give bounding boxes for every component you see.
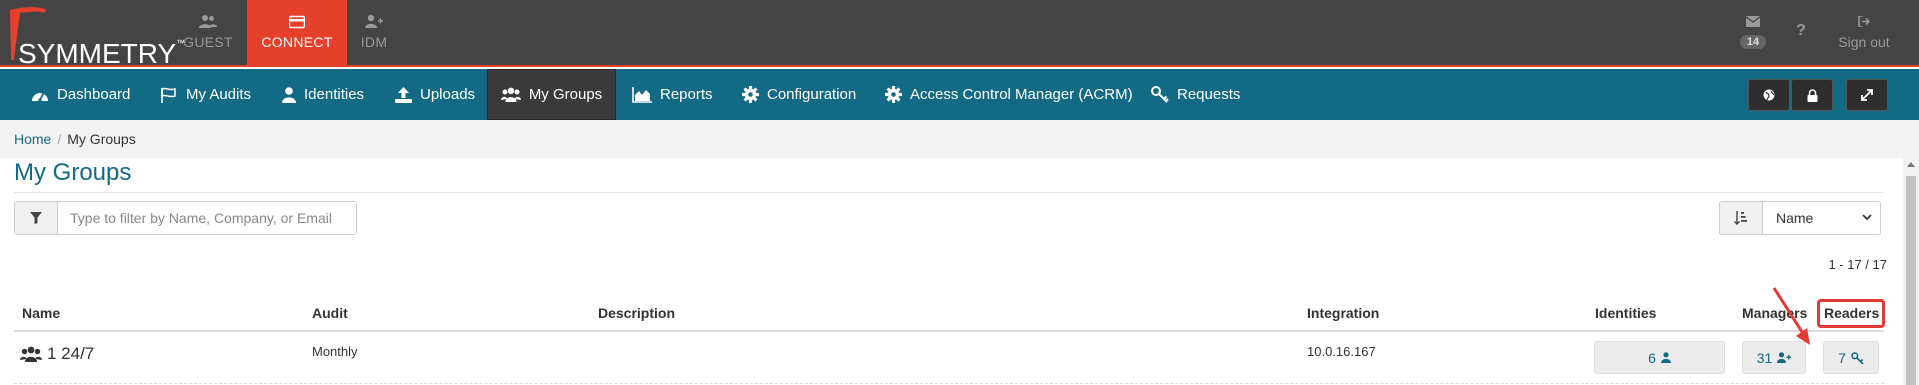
expand-icon xyxy=(1861,89,1873,101)
key-icon xyxy=(1851,351,1864,364)
app-guest[interactable]: GUEST xyxy=(158,0,258,67)
column-header-audit[interactable]: Audit xyxy=(312,305,348,321)
title-divider xyxy=(14,192,1884,193)
integration-address: 10.0.16.167 xyxy=(1307,344,1376,359)
annotation-arrow-icon xyxy=(1772,287,1810,345)
column-header-description[interactable]: Description xyxy=(598,305,675,321)
sign-out-icon xyxy=(1857,15,1870,28)
readers-highlight-box xyxy=(1817,299,1885,328)
nav-identities[interactable]: Identities xyxy=(282,69,364,120)
sort-group: Name xyxy=(1719,201,1881,235)
dashboard-icon xyxy=(32,92,48,102)
breadcrumb-home[interactable]: Home xyxy=(14,131,51,147)
user-icon xyxy=(282,86,296,103)
readers-count-button[interactable]: 7 xyxy=(1823,341,1879,374)
user-plus-icon xyxy=(1777,352,1792,363)
column-header-integration[interactable]: Integration xyxy=(1307,305,1379,321)
users-icon xyxy=(199,15,217,28)
sign-out-button[interactable]: Sign out xyxy=(1832,0,1896,67)
globe-button[interactable] xyxy=(1748,79,1790,111)
nav-my-audits[interactable]: My Audits xyxy=(160,69,251,120)
sort-field-select[interactable]: Name xyxy=(1763,202,1880,234)
user-plus-icon xyxy=(365,14,383,28)
help-button[interactable]: ? xyxy=(1791,0,1811,67)
gear-icon xyxy=(742,86,759,103)
sort-direction-button[interactable] xyxy=(1720,202,1763,234)
nav-access-control-manager[interactable]: Access Control Manager (ACRM) xyxy=(885,69,1133,120)
header-divider xyxy=(14,330,1884,332)
scrollbar-thumb[interactable] xyxy=(1906,176,1916,385)
nav-my-groups[interactable]: My Groups xyxy=(487,69,616,120)
filter-button[interactable] xyxy=(15,202,58,234)
users-icon xyxy=(500,87,521,102)
group-name-link[interactable]: 1 24/7 xyxy=(20,344,94,364)
globe-icon xyxy=(1763,89,1775,101)
gear-icon xyxy=(885,86,902,103)
breadcrumb-current: My Groups xyxy=(67,131,136,147)
flag-icon xyxy=(161,87,176,103)
user-icon xyxy=(1660,352,1671,363)
lock-button[interactable] xyxy=(1791,79,1833,111)
help-icon: ? xyxy=(1796,22,1806,39)
credit-card-icon xyxy=(289,15,305,29)
page-scrollbar[interactable] xyxy=(1903,158,1919,385)
lock-icon xyxy=(1807,88,1817,102)
filter-group xyxy=(14,201,357,235)
top-bar: SYMMETRY™ GUEST CONNECT IDM 14 ? Sign ou… xyxy=(0,0,1919,69)
area-chart-icon xyxy=(632,86,652,103)
filter-icon xyxy=(30,212,42,224)
fullscreen-button[interactable] xyxy=(1846,79,1888,111)
column-header-name[interactable]: Name xyxy=(22,305,60,321)
row-divider xyxy=(14,383,1884,384)
symmetry-logo[interactable]: SYMMETRY™ xyxy=(6,4,185,69)
message-count-badge: 14 xyxy=(1739,35,1767,49)
result-count: 1 - 17 / 17 xyxy=(1828,257,1887,272)
column-header-identities[interactable]: Identities xyxy=(1595,305,1656,321)
scroll-up-icon[interactable] xyxy=(1907,162,1915,167)
page-title: My Groups xyxy=(14,159,132,186)
nav-uploads[interactable]: Uploads xyxy=(395,69,475,120)
chevron-down-icon xyxy=(1862,214,1872,221)
identities-count-button[interactable]: 6 xyxy=(1594,341,1725,374)
nav-dashboard[interactable]: Dashboard xyxy=(31,69,130,120)
upload-icon xyxy=(395,86,412,103)
filter-input[interactable] xyxy=(58,202,356,234)
nav-requests[interactable]: Requests xyxy=(1151,69,1240,120)
main-navigation: Dashboard My Audits Identities Uploads M… xyxy=(0,69,1919,120)
key-icon xyxy=(1151,85,1169,103)
nav-reports[interactable]: Reports xyxy=(632,69,713,120)
app-idm[interactable]: IDM xyxy=(324,0,424,67)
breadcrumb: Home / My Groups xyxy=(0,120,1919,158)
sort-amount-icon xyxy=(1734,211,1747,225)
messages-button[interactable]: 14 xyxy=(1737,0,1769,67)
envelope-icon xyxy=(1745,16,1761,27)
nav-configuration[interactable]: Configuration xyxy=(742,69,856,120)
users-icon xyxy=(20,346,42,362)
audit-frequency: Monthly xyxy=(312,344,358,359)
